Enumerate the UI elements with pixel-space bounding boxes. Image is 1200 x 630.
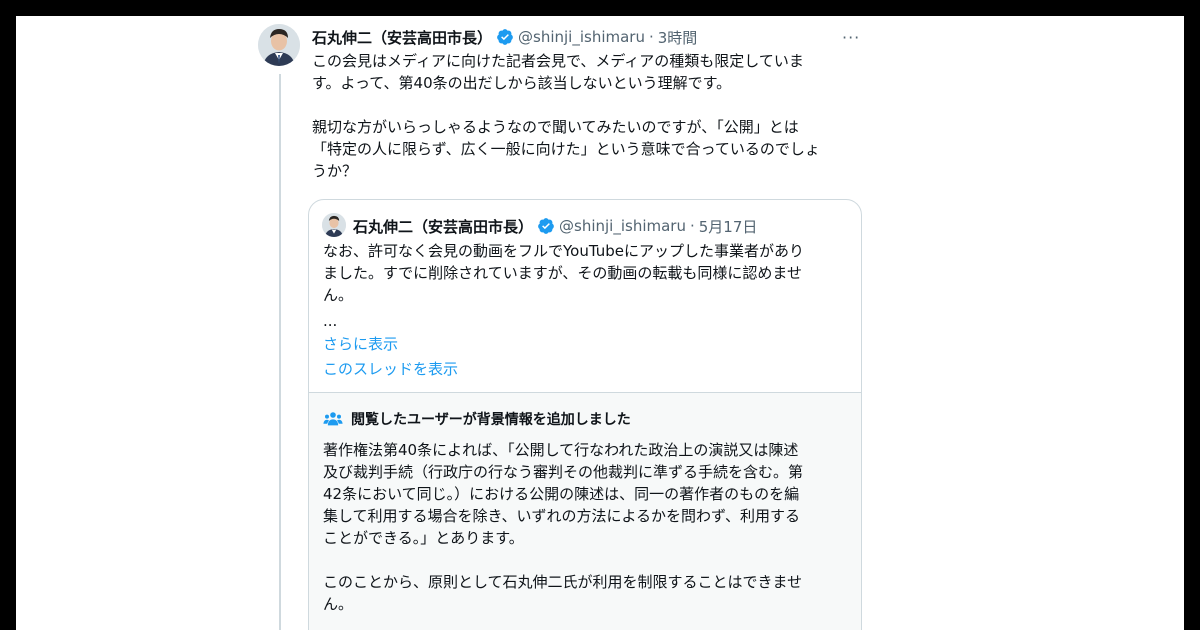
avatar-photo-icon: [258, 24, 300, 66]
tweet-header: 石丸伸二（安芸高田市長） @shinji_ishimaru · 3時間: [312, 26, 697, 48]
quoted-author-avatar: [322, 213, 346, 237]
quoted-tweet-date: 5月17日: [698, 217, 758, 236]
community-note-text: 著作権法第40条によれば、「公開して行なわれた政治上の演説又は陳述 及び裁判手続…: [323, 441, 804, 613]
show-more-link[interactable]: さらに表示: [323, 333, 398, 354]
verified-badge-icon: [497, 29, 513, 45]
author-handle[interactable]: @shinji_ishimaru: [518, 28, 645, 46]
avatar-photo-icon: [322, 213, 346, 237]
people-icon: [323, 412, 343, 426]
community-note: 閲覧したユーザーが背景情報を追加しました 著作権法第40条によれば、「公開して行…: [309, 392, 861, 630]
community-note-title: 閲覧したユーザーが背景情報を追加しました: [351, 412, 631, 428]
separator-dot: ·: [648, 28, 654, 46]
quoted-tweet-header: 石丸伸二（安芸高田市長） @shinji_ishimaru · 5月17日: [353, 215, 757, 237]
quoted-author-name: 石丸伸二（安芸高田市長）: [353, 217, 534, 236]
tweet-time[interactable]: 3時間: [658, 27, 698, 48]
quoted-author-handle: @shinji_ishimaru: [559, 217, 686, 235]
tweet-screenshot-frame: 石丸伸二（安芸高田市長） @shinji_ishimaru · 3時間 ··· …: [16, 16, 1184, 630]
community-note-header: 閲覧したユーザーが背景情報を追加しました: [323, 409, 631, 429]
author-avatar[interactable]: [258, 24, 300, 66]
truncation-ellipsis: ...: [323, 312, 338, 330]
tweet-text: この会見はメディアに向けた記者会見で、メディアの種類も限定していま す。よって、…: [312, 52, 820, 180]
thread-line: [279, 74, 281, 630]
show-thread-link[interactable]: このスレッドを表示: [323, 358, 458, 379]
author-name[interactable]: 石丸伸二（安芸高田市長）: [312, 27, 492, 48]
separator-dot: ·: [689, 217, 695, 235]
verified-badge-icon: [538, 218, 554, 234]
more-options-icon[interactable]: ···: [842, 28, 860, 47]
quoted-tweet-text: なお、許可なく会見の動画をフルでYouTubeにアップした事業者があり ました。…: [323, 242, 804, 304]
quoted-tweet[interactable]: 石丸伸二（安芸高田市長） @shinji_ishimaru · 5月17日 なお…: [308, 199, 862, 630]
